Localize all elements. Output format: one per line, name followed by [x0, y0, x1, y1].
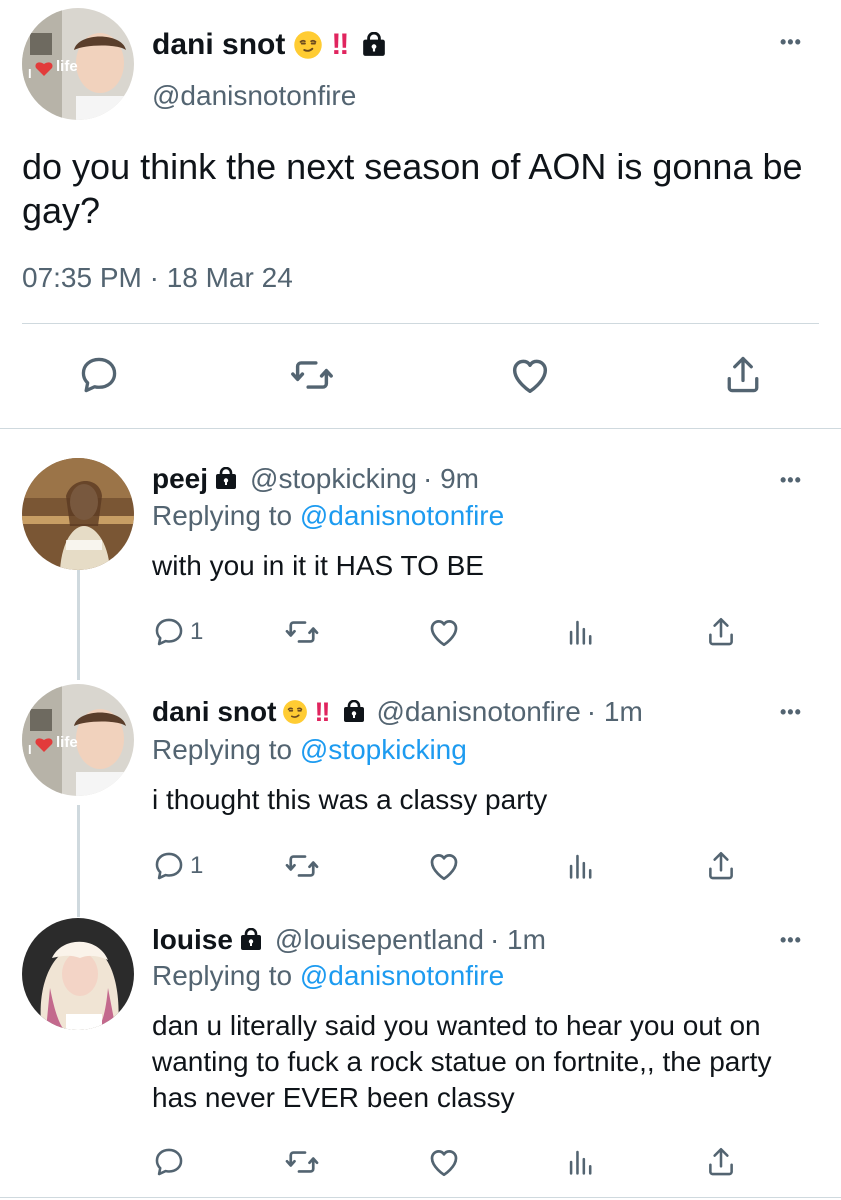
retweet-icon: [284, 614, 320, 650]
share-button[interactable]: [704, 612, 738, 652]
tweet-actions: [0, 350, 841, 406]
more-options-icon[interactable]: •••: [780, 32, 802, 52]
replying-to: Replying to @danisnotonfire: [152, 500, 504, 532]
author-handle: @danisnotonfire: [376, 696, 581, 727]
reply-button[interactable]: [152, 1142, 190, 1182]
author-name: dani snot: [152, 696, 277, 727]
thread-line: [77, 805, 80, 917]
avatar-sign-prefix: I: [28, 66, 32, 81]
like-button[interactable]: [426, 1142, 462, 1182]
retweet-icon: [284, 848, 320, 884]
avatar-sign: life: [56, 734, 78, 751]
share-button[interactable]: [704, 1142, 738, 1182]
replying-to-handle[interactable]: @danisnotonfire: [300, 960, 504, 991]
share-icon: [704, 1145, 738, 1179]
like-button[interactable]: [426, 846, 462, 886]
double-exclamation-icon: !!: [314, 696, 330, 727]
like-button[interactable]: [426, 612, 462, 652]
lock-icon: [239, 928, 263, 952]
heart-icon: [507, 352, 553, 398]
divider: [22, 323, 819, 324]
avatar[interactable]: [22, 458, 134, 570]
lock-icon: [342, 700, 366, 724]
reply-text: i thought this was a classy party: [152, 784, 548, 815]
double-exclamation-icon: !!: [331, 28, 349, 61]
lock-icon: [214, 467, 238, 491]
replying-to-prefix: Replying to: [152, 734, 293, 765]
author-name: louise: [152, 924, 233, 955]
speech-bubble-icon: [77, 353, 121, 397]
reply-header[interactable]: dani snot !! @danisnotonfire · 1m: [152, 696, 643, 728]
tweet-text: do you think the next season of AON is g…: [22, 146, 803, 231]
heart-icon: [426, 614, 462, 650]
more-options-icon[interactable]: •••: [780, 470, 802, 490]
analytics-button[interactable]: [564, 1142, 598, 1182]
like-button[interactable]: [505, 350, 555, 400]
retweet-button[interactable]: [284, 612, 320, 652]
heart-icon: [426, 848, 462, 884]
replying-to: Replying to @stopkicking: [152, 734, 467, 766]
retweet-button[interactable]: [284, 1142, 320, 1182]
thread-line: [77, 570, 80, 680]
share-icon: [704, 849, 738, 883]
more-options-icon[interactable]: •••: [780, 930, 802, 950]
bar-chart-icon: [564, 1145, 598, 1179]
smirk-emoji-icon: [282, 699, 308, 725]
avatar-sign: life: [56, 58, 78, 75]
avatar[interactable]: I life: [22, 8, 134, 120]
avatar[interactable]: I life: [22, 684, 134, 796]
author-name: dani snot: [152, 28, 286, 61]
speech-bubble-icon: [152, 1145, 186, 1179]
reply-button[interactable]: [74, 350, 124, 400]
replying-to: Replying to @danisnotonfire: [152, 960, 504, 992]
divider: [0, 1197, 841, 1198]
author-handle[interactable]: @danisnotonfire: [152, 80, 356, 112]
reply-button[interactable]: 1: [152, 846, 203, 886]
reply-text: dan u literally said you wanted to hear …: [152, 1010, 772, 1113]
author-handle: @louisepentland: [274, 924, 484, 955]
replying-to-prefix: Replying to: [152, 500, 293, 531]
replying-to-prefix: Replying to: [152, 960, 293, 991]
reply-count: 1: [190, 852, 204, 879]
bar-chart-icon: [564, 615, 598, 649]
retweet-icon: [284, 1144, 320, 1180]
reply-actions: 1: [150, 612, 750, 652]
reply-header[interactable]: louise @louisepentland · 1m: [152, 924, 546, 956]
divider: [0, 428, 841, 429]
heart-icon: [426, 1144, 462, 1180]
share-button[interactable]: [718, 350, 768, 400]
retweet-icon: [289, 352, 335, 398]
reply-actions: [150, 1142, 750, 1182]
reply-time: · 1m: [489, 924, 546, 955]
reply-time: · 9m: [422, 463, 479, 494]
avatar[interactable]: [22, 918, 134, 1030]
analytics-button[interactable]: [564, 612, 598, 652]
retweet-button[interactable]: [284, 846, 320, 886]
speech-bubble-icon: [152, 849, 186, 883]
reply-time: · 1m: [586, 696, 643, 727]
more-options-icon[interactable]: •••: [780, 702, 802, 722]
share-icon: [704, 615, 738, 649]
share-button[interactable]: [704, 846, 738, 886]
reply-text: with you in it it HAS TO BE: [152, 550, 484, 581]
tweet-timestamp[interactable]: 07:35 PM · 18 Mar 24: [22, 262, 293, 294]
replying-to-handle[interactable]: @danisnotonfire: [300, 500, 504, 531]
bar-chart-icon: [564, 849, 598, 883]
speech-bubble-icon: [152, 615, 186, 649]
analytics-button[interactable]: [564, 846, 598, 886]
author-name: peej: [152, 463, 209, 494]
reply-count: 1: [190, 618, 204, 645]
share-icon: [721, 353, 765, 397]
smirk-emoji-icon: [293, 30, 323, 60]
reply-header[interactable]: peej @stopkicking · 9m: [152, 463, 479, 495]
author-name-row[interactable]: dani snot !!: [152, 28, 387, 62]
author-handle: @stopkicking: [250, 463, 417, 494]
reply-actions: 1: [150, 846, 750, 886]
avatar-sign-prefix: I: [28, 742, 32, 757]
lock-icon: [361, 32, 387, 58]
replying-to-handle[interactable]: @stopkicking: [300, 734, 467, 765]
reply-button[interactable]: 1: [152, 612, 203, 652]
retweet-button[interactable]: [287, 350, 337, 400]
